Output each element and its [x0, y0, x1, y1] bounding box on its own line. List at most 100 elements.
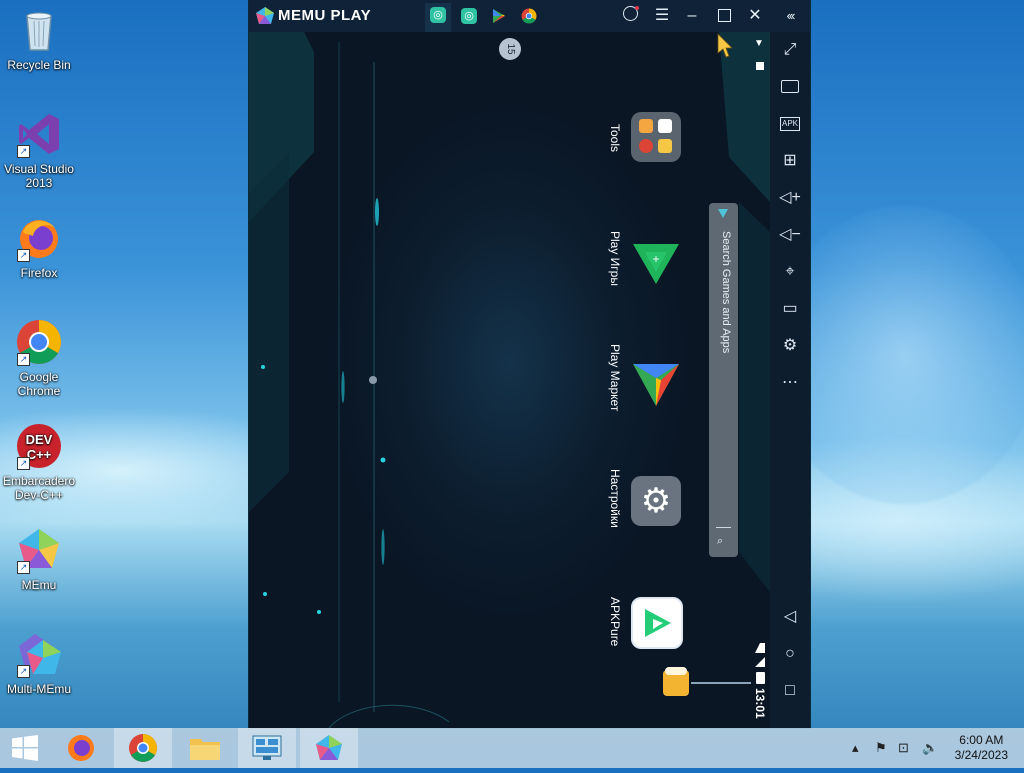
app-tools[interactable]: Tools — [608, 112, 709, 168]
volume-button[interactable]: 🔈 — [922, 740, 938, 756]
shortcut-arrow-icon: ↗ — [17, 145, 30, 158]
floating-widget[interactable] — [661, 667, 761, 700]
app-play-games[interactable]: + Play Игры — [608, 231, 709, 292]
more-button[interactable]: ⋯ — [779, 372, 801, 394]
desktop-icon-recycle-bin[interactable]: Recycle Bin — [0, 6, 78, 72]
maximize-icon — [717, 9, 731, 23]
home-icon: ○ — [785, 645, 795, 662]
clock-time: 6:00 AM — [959, 733, 1004, 747]
volume-up-button[interactable]: ◁+ — [779, 187, 801, 209]
shortcut-arrow-icon: ↗ — [17, 561, 30, 574]
desktop-icon-firefox[interactable]: ↗ Firefox — [0, 214, 78, 280]
minimize-icon: – — [687, 7, 697, 24]
app-label: Tools — [608, 124, 622, 153]
account-button[interactable] — [619, 6, 641, 27]
taskbar-clock[interactable]: 6:00 AM 3/24/2023 — [955, 733, 1008, 763]
apk-icon: APK — [779, 116, 800, 131]
collapse-sidebar-button[interactable]: ‹‹‹ — [777, 6, 803, 26]
desktop-icon-label: Firefox — [20, 266, 58, 280]
more-icon: ⋯ — [782, 374, 798, 391]
memu-app-icon: ◎ — [461, 8, 477, 24]
svg-text:+: + — [652, 252, 659, 266]
volume-muted-icon: 🔈 — [922, 740, 939, 755]
app-settings[interactable]: ⚙ Настройки — [608, 469, 709, 532]
close-icon: ✕ — [748, 7, 762, 24]
android-screen[interactable]: 15 ▼ Tools + Play Игры Play Маркет ⚙ Нас… — [249, 32, 770, 728]
folder-icon — [190, 739, 220, 760]
tab-play-store[interactable] — [488, 5, 510, 27]
desktop-icon-label: Dev-C++ — [14, 488, 64, 502]
chrome-icon — [129, 734, 157, 762]
action-center-flag[interactable]: ⚑ — [875, 740, 887, 756]
chrome-icon: ↗ — [15, 318, 63, 366]
memu-window: MEMU PLAY ◎ ◎ ☰ – ✕ ‹‹‹ 15 ▼ Tools + Pla… — [249, 0, 810, 728]
fullscreen-button[interactable]: ⤢ — [779, 39, 801, 61]
taskbar-chrome[interactable] — [114, 728, 172, 768]
play-store-icon — [493, 9, 505, 23]
play-store-icon — [631, 360, 681, 410]
play-search-icon — [718, 209, 728, 218]
keyboard-button[interactable] — [779, 76, 801, 98]
apk-install-button[interactable]: APK — [779, 113, 801, 135]
close-button[interactable]: ✕ — [744, 6, 766, 26]
desktop-icon-label: Recycle Bin — [7, 58, 71, 72]
home-button[interactable]: ○ — [779, 643, 801, 665]
taskbar-memu[interactable] — [300, 728, 358, 768]
chevron-up-icon: ▴ — [852, 740, 859, 755]
search-icon: ⌕ — [717, 535, 724, 547]
desktop-icon-dev-cpp[interactable]: DEV C++ ↗ Embarcadero Dev-C++ — [0, 422, 78, 502]
desktop-icon-label: 2013 — [25, 176, 53, 190]
signal-status-icon — [755, 643, 765, 653]
location-button[interactable]: ⌖ — [779, 261, 801, 283]
tab-memu-home[interactable]: ◎ — [425, 3, 451, 32]
desktop-icon-chrome[interactable]: ↗ Google Chrome — [0, 318, 78, 398]
signal-status-icon — [755, 657, 765, 667]
speed-badge[interactable]: 15 — [499, 38, 521, 60]
settings-button[interactable]: ⚙ — [779, 335, 801, 357]
memu-app-icon: ◎ — [430, 7, 446, 23]
taskbar-control-panel[interactable] — [238, 728, 296, 768]
app-label: Play Маркет — [608, 344, 622, 412]
windows-start-icon — [12, 735, 38, 761]
recents-button[interactable]: □ — [779, 680, 801, 702]
add-window-button[interactable]: ⊞ — [779, 150, 801, 172]
beer-mug-icon — [663, 667, 689, 696]
tools-folder-icon — [631, 112, 681, 162]
back-button[interactable]: ◁ — [779, 606, 801, 628]
desktop-icon-multi-memu[interactable]: ↗ Multi-MEmu — [0, 630, 78, 696]
tab-chrome[interactable] — [518, 5, 540, 27]
firefox-icon: ↗ — [15, 214, 63, 262]
svg-text:C++: C++ — [27, 447, 52, 462]
network-icon: ⊡ — [898, 740, 909, 755]
wifi-status-icon: ▼ — [754, 38, 764, 49]
app-apkpure[interactable]: APKPure — [608, 592, 709, 652]
desktop-icon-memu[interactable]: ↗ MEmu — [0, 526, 78, 592]
desktop-icon-visual-studio[interactable]: ↗ Visual Studio 2013 — [0, 110, 78, 190]
app-label: Настройки — [608, 469, 622, 528]
shortcut-arrow-icon: ↗ — [17, 665, 30, 678]
keyboard-icon — [781, 80, 799, 94]
volume-down-button[interactable]: ◁− — [779, 224, 801, 246]
firefox-icon — [68, 735, 94, 761]
maximize-button[interactable] — [713, 6, 735, 26]
taskbar-firefox[interactable] — [52, 728, 110, 768]
folder-button[interactable]: ▭ — [779, 298, 801, 320]
menu-button[interactable]: ☰ — [651, 6, 673, 26]
tab-memu-app[interactable]: ◎ — [458, 5, 480, 27]
emulator-sidebar: ⤢ APK ⊞ ◁+ ◁− ⌖ ▭ ⚙ ⋯ ◁ ○ □ — [770, 32, 810, 728]
collapse-sidebar-icon: ‹‹‹ — [786, 8, 796, 23]
minimize-button[interactable]: – — [681, 6, 703, 26]
taskbar-file-explorer[interactable] — [176, 728, 234, 768]
svg-text:DEV: DEV — [26, 432, 53, 447]
app-label: APKPure — [608, 597, 622, 647]
search-bar[interactable]: Search Games and Apps ⌕ — [709, 203, 738, 557]
notification-status-icon — [756, 62, 764, 70]
network-button[interactable]: ⊡ — [898, 740, 909, 756]
settings-icon: ⚙ — [782, 337, 798, 354]
taskbar: ▴ ⚑ ⊡ 🔈 6:00 AM 3/24/2023 — [0, 728, 1024, 768]
title-bar[interactable]: MEMU PLAY ◎ ◎ ☰ – ✕ ‹‹‹ — [249, 0, 810, 32]
start-button[interactable] — [0, 728, 50, 768]
volume-down-icon: ◁− — [779, 226, 801, 243]
show-hidden-icons-button[interactable]: ▴ — [852, 740, 859, 756]
app-play-market[interactable]: Play Маркет — [608, 344, 709, 412]
